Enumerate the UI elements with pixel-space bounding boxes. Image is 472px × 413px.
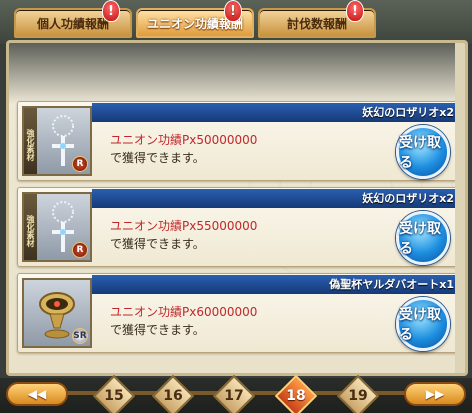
tab-label: 討伐数報酬: [286, 16, 347, 31]
alert-badge: !: [102, 0, 120, 22]
reward-row: 強化素材 R 妖幻のロザリオx2 ユニオン功績Px50000000 で獲得できま…: [17, 101, 463, 181]
reward-condition: ユニオン功績Px60000000: [110, 305, 258, 319]
item-title: 妖幻のロザリオx2: [92, 189, 460, 208]
tab-label: 個人功績報酬: [36, 16, 109, 31]
item-title: 偽聖杯ヤルダバオートx1: [92, 275, 460, 294]
item-thumbnail[interactable]: 強化素材 R: [22, 106, 92, 176]
tab-subjugation-reward[interactable]: 討伐数報酬 !: [258, 0, 376, 38]
panel-top-shade: [9, 43, 465, 105]
reward-row: 強化素材 R 妖幻のロザリオx2 ユニオン功績Px55000000 で獲得できま…: [17, 187, 463, 267]
claim-button[interactable]: 受け取る: [396, 211, 450, 265]
reward-condition: ユニオン功績Px55000000: [110, 219, 258, 233]
tab-individual-reward[interactable]: 個人功績報酬 !: [14, 0, 132, 38]
reward-list-panel: 強化素材 R 妖幻のロザリオx2 ユニオン功績Px50000000 で獲得できま…: [6, 40, 468, 376]
rarity-badge: SR: [72, 328, 88, 344]
prev-page-button[interactable]: ◀◀: [6, 382, 68, 406]
item-thumbnail[interactable]: 強化素材 R: [22, 192, 92, 262]
item-title: 妖幻のロザリオx2: [92, 103, 460, 122]
page-number[interactable]: 16: [158, 385, 188, 407]
reward-condition: ユニオン功績Px50000000: [110, 133, 258, 147]
tab-bar: 個人功績報酬 ! ユニオン功績報酬 ! 討伐数報酬 !: [0, 0, 472, 44]
pagination: ◀◀ 15 16 17 18 19 ▶▶: [0, 374, 472, 413]
reward-description: で獲得できます。: [110, 237, 205, 251]
reward-description: で獲得できます。: [110, 151, 205, 165]
page-number[interactable]: 19: [343, 385, 373, 407]
reward-description: で獲得できます。: [110, 323, 205, 337]
item-thumbnail[interactable]: SR: [22, 278, 92, 348]
scrollbar[interactable]: [455, 43, 465, 373]
claim-button[interactable]: 受け取る: [396, 125, 450, 179]
page-number-current[interactable]: 18: [281, 385, 311, 407]
page-number[interactable]: 17: [219, 385, 249, 407]
alert-badge: !: [346, 0, 364, 22]
alert-badge: !: [224, 0, 242, 22]
rarity-badge: R: [72, 156, 88, 172]
next-page-button[interactable]: ▶▶: [404, 382, 466, 406]
page-number[interactable]: 15: [99, 385, 129, 407]
reward-row: SR 偽聖杯ヤルダバオートx1 ユニオン功績Px60000000 で獲得できます…: [17, 273, 463, 353]
tab-union-reward[interactable]: ユニオン功績報酬 !: [136, 0, 254, 38]
rarity-badge: R: [72, 242, 88, 258]
claim-button[interactable]: 受け取る: [396, 297, 450, 351]
